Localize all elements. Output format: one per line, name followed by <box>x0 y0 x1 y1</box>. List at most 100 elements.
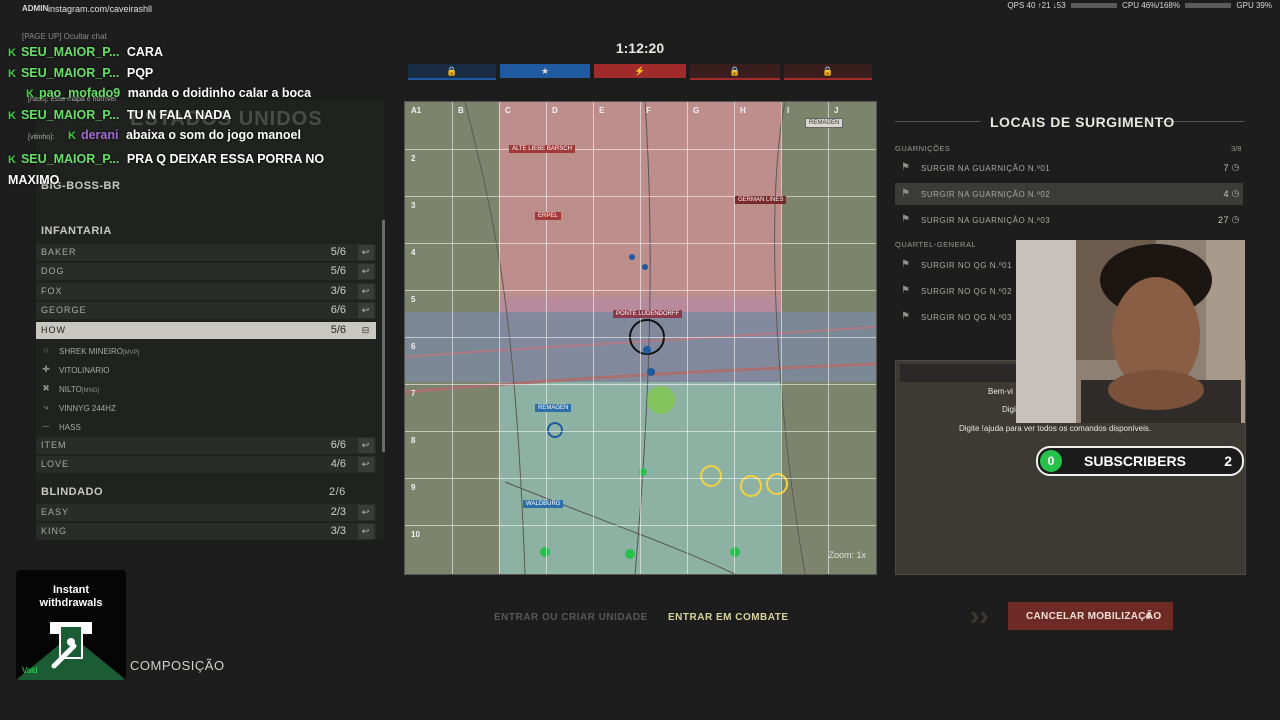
eagle-icon: ★ <box>540 66 550 76</box>
spawn-timer: 7 <box>1223 163 1229 173</box>
sector-axis: 🔒 <box>690 64 780 80</box>
lightning-icon: ⤷ <box>43 402 49 412</box>
webcam-feed <box>1016 240 1245 423</box>
kick-icon: K <box>68 130 76 142</box>
grid-line <box>640 102 641 574</box>
hide-chat-hint: [PAGE UP] Ocultar chat <box>22 32 107 41</box>
join-icon[interactable]: ↩ <box>358 457 374 472</box>
grid-line <box>405 431 876 432</box>
rifle-icon: ─ <box>42 421 50 431</box>
member-name: VITOLINARIO <box>59 366 110 375</box>
member-tag: [MNG] <box>81 388 100 394</box>
member-name: NILTO <box>59 385 82 394</box>
cancel-count: 4 <box>1145 611 1151 622</box>
grid-line <box>828 102 829 574</box>
join-icon[interactable]: ↩ <box>358 438 374 453</box>
col-label: J <box>834 106 839 115</box>
hq-header: QUARTEL-GENERAL <box>895 240 977 249</box>
unit-row-dog[interactable]: DOG 5/6 ↩ <box>36 263 376 280</box>
zoom-level: Zoom: 1x <box>828 550 866 560</box>
row-label: 6 <box>411 342 416 351</box>
chat-user: SEU_MAIOR_P... <box>20 108 120 122</box>
unit-row-easy[interactable]: EASY 2/3 ↩ <box>36 504 376 521</box>
chat-user: derani <box>80 128 119 142</box>
spawn-garrison-1[interactable]: ⚑ SURGIR NA GUARNIÇÃO N.º01 7 ◷ <box>895 157 1243 179</box>
tactical-map[interactable]: A1 B C D E F G H I J 2 3 4 5 6 7 8 9 10 … <box>404 101 877 575</box>
sector-allied-active: ★ <box>500 64 590 78</box>
lock-icon: 🔒 <box>822 66 834 76</box>
chat-message: Kpao_mofado9 manda o doidinho calar a bo… <box>26 86 311 100</box>
member-row: ⤷ VINNYG 244HZ <box>36 399 376 417</box>
stats-bar <box>1070 3 1117 9</box>
unit-row-king[interactable]: KING 3/3 ↩ <box>36 523 376 540</box>
chat-text: TU N FALA NADA <box>126 108 232 122</box>
cpu-stats: CPU 46%/168% <box>1122 1 1180 10</box>
unit-name: LOVE <box>41 459 70 469</box>
welcome-text: Bem-vi <box>988 387 1013 396</box>
clock-icon: ◷ <box>1231 162 1240 172</box>
col-label: I <box>787 106 790 115</box>
spawn-hq-1[interactable]: ⚑ SURGIR NO QG N.º01 <box>895 254 1015 276</box>
chat-user: pao_mofado9 <box>38 86 121 100</box>
grid-line <box>405 478 876 479</box>
chat-message: K SEU_MAIOR_P... CARA <box>8 45 163 59</box>
spawn-hq-2[interactable]: ⚑ SURGIR NO QG N.º02 <box>895 280 1015 302</box>
chat-message: K SEU_MAIOR_P... PQP <box>8 66 153 80</box>
unit-row-item[interactable]: ITEM 6/6 ↩ <box>36 437 376 454</box>
unit-name: EASY <box>41 507 70 517</box>
join-icon[interactable]: ↩ <box>358 245 374 260</box>
composition-label: COMPOSIÇÃO <box>130 658 225 673</box>
ad-graphic <box>16 622 126 680</box>
grid-line <box>687 102 688 574</box>
join-icon[interactable]: ↩ <box>358 524 374 539</box>
chat-text: abaixa o som do jogo manoel <box>125 128 301 142</box>
row-label: 5 <box>411 295 416 304</box>
row-label: 7 <box>411 389 416 398</box>
grid-line <box>499 102 500 574</box>
member-tag: [MVP] <box>123 350 140 356</box>
sector-allied: 🔒 <box>408 64 496 80</box>
chat-text: PQP <box>126 66 154 80</box>
unit-row-fox[interactable]: FOX 3/6 ↩ <box>36 283 376 300</box>
join-icon[interactable]: ↩ <box>358 505 374 520</box>
join-icon[interactable]: ↩ <box>358 303 374 318</box>
chat-user: SEU_MAIOR_P... <box>20 152 120 166</box>
join-icon[interactable]: ↩ <box>358 264 374 279</box>
row-label: 10 <box>411 530 420 539</box>
unit-row-george[interactable]: GEORGE 6/6 ↩ <box>36 302 376 319</box>
spawn-garrison-2[interactable]: ⚑ SURGIR NA GUARNIÇÃO N.º02 4 ◷ <box>895 183 1243 205</box>
grid-line <box>593 102 594 574</box>
hint-text: Digi <box>1002 405 1016 414</box>
unit-count: 2/3 <box>330 506 346 518</box>
medic-icon: ✚ <box>42 364 50 374</box>
chat-user: SEU_MAIOR_P... <box>20 45 120 59</box>
unit-count: 6/6 <box>330 439 346 451</box>
spawn-garrison-3[interactable]: ⚑ SURGIR NA GUARNIÇÃO N.º03 27 ◷ <box>895 209 1243 231</box>
cancel-mobilization-button[interactable]: CANCELAR MOBILIZAÇÃO 4 <box>1008 602 1173 630</box>
ad-brand: Vald <box>22 666 38 675</box>
row-label: 2 <box>411 154 416 163</box>
spawn-hq-3[interactable]: ⚑ SURGIR NO QG N.º03 <box>895 306 1015 328</box>
sector-axis: 🔒 <box>784 64 872 80</box>
unit-row-how[interactable]: HOW 5/6 ⊟ <box>36 322 376 339</box>
enter-combat-button[interactable]: ENTRAR EM COMBATE <box>668 612 789 623</box>
unit-row-love[interactable]: LOVE 4/6 ↩ <box>36 456 376 473</box>
kick-icon: K <box>8 110 16 122</box>
kick-icon: K <box>8 68 16 80</box>
garrison-icon: ⚑ <box>901 162 911 173</box>
unit-name: GEORGE <box>41 305 87 315</box>
kick-icon: K <box>26 88 34 100</box>
spawn-title: LOCAIS DE SURGIMENTO <box>990 114 1175 130</box>
clock-icon: ◷ <box>1231 214 1240 224</box>
unit-list-scrollbar[interactable] <box>382 220 385 452</box>
subscriber-count: 0 <box>1040 450 1062 472</box>
cancel-label: CANCELAR MOBILIZAÇÃO <box>1026 611 1162 622</box>
leave-icon[interactable]: ⊟ <box>358 323 374 338</box>
enter-create-unit-button[interactable]: ENTRAR OU CRIAR UNIDADE <box>494 612 648 623</box>
unit-name: DOG <box>41 266 65 276</box>
unit-row-baker[interactable]: BAKER 5/6 ↩ <box>36 244 376 261</box>
join-icon[interactable]: ↩ <box>358 284 374 299</box>
unit-count: 3/3 <box>330 525 346 537</box>
kick-icon: K <box>8 154 16 166</box>
row-label: 9 <box>411 483 416 492</box>
